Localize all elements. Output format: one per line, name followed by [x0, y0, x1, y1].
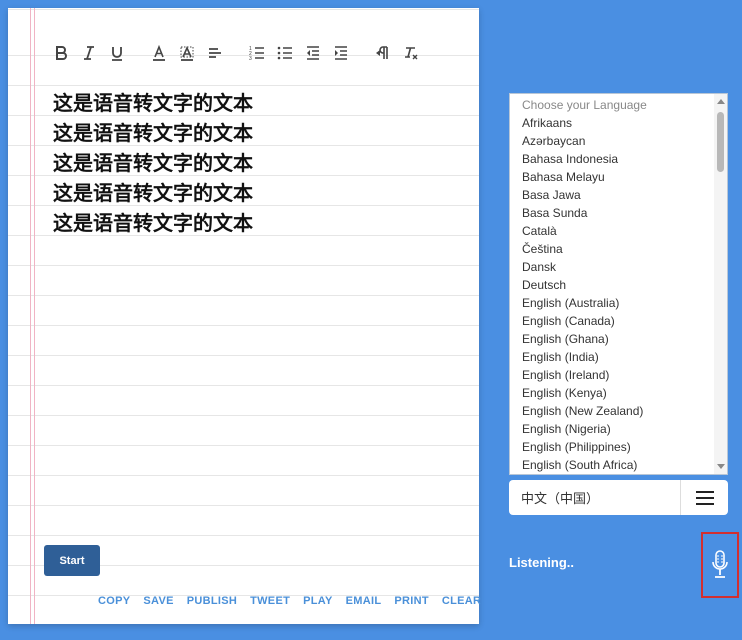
outdent-icon[interactable]: [302, 42, 324, 64]
language-option[interactable]: English (South Africa): [510, 456, 713, 474]
scroll-up-icon[interactable]: [717, 99, 725, 104]
scroll-down-icon[interactable]: [717, 464, 725, 469]
play-link[interactable]: PLAY: [303, 595, 333, 607]
language-option[interactable]: English (Ireland): [510, 366, 713, 384]
language-option[interactable]: Basa Jawa: [510, 186, 713, 204]
language-select[interactable]: Choose your Language Afrikaans Azərbayca…: [509, 93, 728, 475]
status-text: Listening..: [509, 555, 574, 570]
copy-link[interactable]: COPY: [98, 595, 130, 607]
email-link[interactable]: EMAIL: [346, 595, 382, 607]
highlight-icon[interactable]: [176, 42, 198, 64]
editor-line: 这是语音转文字的文本: [53, 91, 253, 115]
bullet-list-icon[interactable]: [274, 42, 296, 64]
menu-icon[interactable]: [680, 480, 728, 515]
language-option[interactable]: Afrikaans: [510, 114, 713, 132]
language-option[interactable]: English (New Zealand): [510, 402, 713, 420]
language-option[interactable]: Basa Sunda: [510, 204, 713, 222]
notepad: 123 这是语音转文字的文本 这是语音转文字的文本 这是语音转文字的文本 这是语…: [8, 8, 481, 624]
indent-icon[interactable]: [330, 42, 352, 64]
align-left-icon[interactable]: [204, 42, 226, 64]
editor-line: 这是语音转文字的文本: [53, 121, 253, 145]
underline-icon[interactable]: [106, 42, 128, 64]
microphone-icon: [712, 550, 728, 578]
language-option[interactable]: English (Ghana): [510, 330, 713, 348]
bold-icon[interactable]: [50, 42, 72, 64]
language-option[interactable]: Català: [510, 222, 713, 240]
editor-line: 这是语音转文字的文本: [53, 181, 253, 205]
format-toolbar: 123: [50, 42, 428, 64]
start-button[interactable]: Start: [44, 545, 100, 576]
language-option[interactable]: Bahasa Indonesia: [510, 150, 713, 168]
ordered-list-icon[interactable]: 123: [246, 42, 268, 64]
language-option[interactable]: English (Canada): [510, 312, 713, 330]
text-editor[interactable]: 这是语音转文字的文本 这是语音转文字的文本 这是语音转文字的文本 这是语音转文字…: [53, 88, 463, 238]
font-color-icon[interactable]: [148, 42, 170, 64]
margin-line: [30, 8, 31, 624]
language-option[interactable]: Azərbaycan: [510, 132, 713, 150]
editor-line: 这是语音转文字的文本: [53, 211, 253, 235]
clear-format-icon[interactable]: [400, 42, 422, 64]
tweet-link[interactable]: TWEET: [250, 595, 290, 607]
language-option[interactable]: English (Nigeria): [510, 420, 713, 438]
scroll-thumb[interactable]: [717, 112, 724, 172]
dialect-value[interactable]: 中文（中国）: [509, 488, 680, 507]
language-scrollbar[interactable]: [714, 94, 727, 474]
language-option[interactable]: Deutsch: [510, 276, 713, 294]
language-option[interactable]: English (India): [510, 348, 713, 366]
publish-link[interactable]: PUBLISH: [187, 595, 237, 607]
language-option[interactable]: Dansk: [510, 258, 713, 276]
print-link[interactable]: PRINT: [394, 595, 429, 607]
paragraph-rtl-icon[interactable]: [372, 42, 394, 64]
microphone-button[interactable]: [701, 532, 739, 598]
dialect-select[interactable]: 中文（中国）: [509, 480, 728, 515]
editor-line: 这是语音转文字的文本: [53, 151, 253, 175]
svg-text:3: 3: [249, 56, 252, 61]
language-option[interactable]: English (Australia): [510, 294, 713, 312]
margin-line: [34, 8, 35, 624]
language-option[interactable]: Čeština: [510, 240, 713, 258]
action-links: COPY SAVE PUBLISH TWEET PLAY EMAIL PRINT…: [98, 595, 494, 607]
language-placeholder[interactable]: Choose your Language: [510, 96, 713, 114]
italic-icon[interactable]: [78, 42, 100, 64]
clear-link[interactable]: CLEAR: [442, 595, 481, 607]
language-option[interactable]: Bahasa Melayu: [510, 168, 713, 186]
save-link[interactable]: SAVE: [143, 595, 173, 607]
language-option[interactable]: English (Kenya): [510, 384, 713, 402]
language-option[interactable]: English (Philippines): [510, 438, 713, 456]
